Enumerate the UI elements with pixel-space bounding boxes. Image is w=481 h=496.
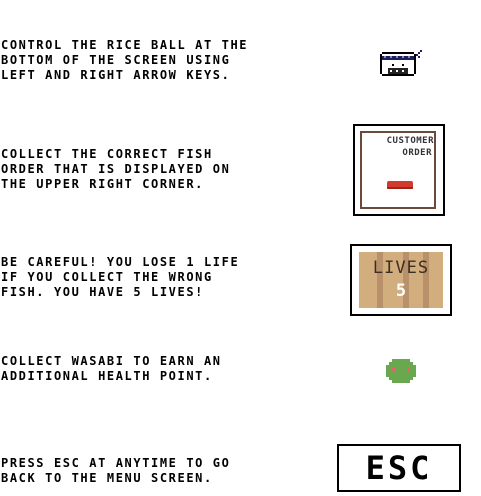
customer-order-subtitle: ORDER	[402, 148, 432, 158]
instruction-escape: PRESS ESC AT ANYTIME TO GO BACK TO THE M…	[1, 456, 231, 485]
lives-card: LIVES 5	[350, 244, 452, 316]
instruction-lives: BE CAREFUL! YOU LOSE 1 LIFE IF YOU COLLE…	[1, 255, 240, 299]
instruction-wasabi: COLLECT WASABI TO EARN AN ADDITIONAL HEA…	[1, 354, 222, 383]
esc-key-label: ESC	[365, 449, 433, 487]
customer-order-frame: CUSTOMER ORDER	[360, 131, 436, 209]
fish-icon	[387, 181, 413, 189]
instruction-controls: CONTROL THE RICE BALL AT THE BOTTOM OF T…	[1, 38, 249, 82]
rice-ball-icon	[380, 50, 422, 76]
lives-label: LIVES	[372, 258, 430, 278]
instruction-collect-order: COLLECT THE CORRECT FISH ORDER THAT IS D…	[1, 147, 231, 191]
esc-key-icon: ESC	[337, 444, 461, 492]
instructions-screen: CONTROL THE RICE BALL AT THE BOTTOM OF T…	[0, 0, 481, 496]
lives-wood-panel: LIVES 5	[359, 252, 443, 308]
lives-count: 5	[395, 281, 407, 301]
wasabi-icon	[386, 359, 416, 383]
customer-order-card: CUSTOMER ORDER	[353, 124, 445, 216]
customer-order-title: CUSTOMER	[386, 136, 434, 146]
